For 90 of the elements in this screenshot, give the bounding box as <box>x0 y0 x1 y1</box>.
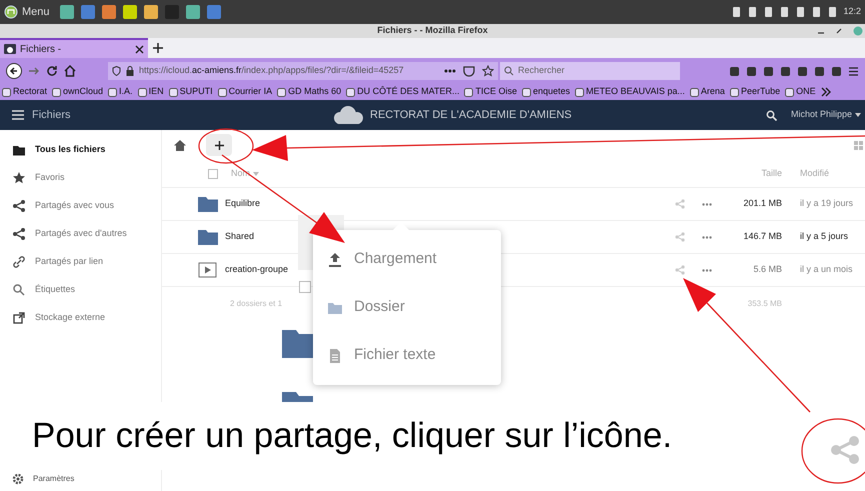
pocket-icon[interactable] <box>463 65 475 77</box>
bookmark-icon <box>464 88 474 96</box>
reload-icon[interactable] <box>46 65 58 77</box>
bookmark-icon <box>218 88 227 96</box>
bookmark-icon <box>522 88 531 96</box>
more-icon[interactable] <box>444 69 456 73</box>
bookmark[interactable]: ownCloud <box>52 85 104 99</box>
menu-item[interactable]: Fichier texte <box>313 332 501 380</box>
bookmark-icon <box>730 88 739 96</box>
search-icon[interactable] <box>766 110 777 120</box>
bookmark-icon <box>108 88 118 96</box>
file-size: 201.1 MB <box>742 197 782 210</box>
bookmark[interactable]: Courrier IA <box>218 85 272 99</box>
back-icon[interactable] <box>6 63 22 79</box>
plus-icon <box>214 140 224 150</box>
app-name[interactable]: Fichiers <box>32 106 71 124</box>
search-field[interactable]: Rechercher <box>500 62 680 80</box>
file-modified: il y a 5 jours <box>799 230 850 244</box>
home-icon[interactable] <box>64 65 76 77</box>
file-name[interactable]: Equilibre <box>225 197 675 211</box>
close-icon[interactable] <box>135 44 144 54</box>
caret-icon <box>855 113 861 117</box>
text-file-icon <box>327 348 343 364</box>
summary-text: 2 dossiers et 1 <box>230 298 282 310</box>
bookmark[interactable]: TICE Oise <box>464 85 517 99</box>
share-icon <box>12 199 26 213</box>
sidebar-item[interactable]: Partagés avec d'autres <box>0 220 161 248</box>
home-icon[interactable] <box>174 140 186 150</box>
summary-size: 353.5 MB <box>746 298 782 310</box>
star-icon[interactable] <box>482 65 494 77</box>
sidebar-item[interactable]: Stockage externe <box>0 304 161 332</box>
bookmark-icon <box>575 88 584 96</box>
bookmark-icon <box>2 88 11 96</box>
bookmark-icon <box>138 88 147 96</box>
bookmark-icon <box>785 88 794 96</box>
settings-link[interactable]: Paramètres <box>0 468 161 490</box>
share-icon <box>830 436 860 464</box>
bookmark[interactable]: enquetes <box>522 85 570 99</box>
share-icon <box>12 227 26 241</box>
video-file-icon <box>198 262 218 278</box>
clock: 12:2 <box>843 5 861 18</box>
bookmark[interactable]: Arena <box>690 85 725 99</box>
user-menu[interactable]: Michot Philippe <box>790 108 861 122</box>
bookmark-icon <box>168 88 178 96</box>
bookmark[interactable]: Rectorat <box>2 85 48 99</box>
sidebar-item[interactable]: Tous les fichiers <box>0 136 161 164</box>
file-size: 5.6 MB <box>752 263 782 276</box>
bookmark-icon <box>277 88 286 96</box>
cloud-icon <box>4 44 16 54</box>
menu-icon[interactable] <box>848 66 859 76</box>
sort-icon <box>253 172 260 176</box>
browser-tab[interactable]: Fichiers - <box>0 38 148 58</box>
add-button[interactable] <box>206 134 232 156</box>
menu-button[interactable]: Menu <box>4 4 54 20</box>
url-field[interactable]: https://icloud.ac-amiens.fr/index.php/apps/files/?dir=/&fileid=45257 <box>108 62 498 80</box>
bookmark-icon <box>346 88 356 96</box>
tab-title: Fichiers - <box>20 42 62 56</box>
bookmark[interactable]: PeerTube <box>730 85 780 99</box>
file-modified: il y a un mois <box>799 263 854 276</box>
link-icon <box>12 255 26 269</box>
sidebar-item[interactable]: Favoris <box>0 164 161 192</box>
bookmark[interactable]: IEN <box>138 85 164 99</box>
chevron-icon[interactable] <box>820 87 831 97</box>
window-title: Fichiers - - Mozilla Firefox <box>377 24 488 38</box>
gear-icon <box>12 473 24 485</box>
upload-icon <box>327 252 343 268</box>
bookmark[interactable]: METEO BEAUVAIS pa... <box>575 85 685 99</box>
annotation-circle <box>198 128 254 164</box>
menu-item[interactable]: Dossier <box>313 284 501 332</box>
caption-text: Pour créer un partage, cliquer sur l’icône. <box>32 414 672 457</box>
file-size: 146.7 MB <box>742 230 782 244</box>
star-icon <box>12 171 26 185</box>
search-icon <box>504 66 514 76</box>
bookmark[interactable]: I.A. <box>108 85 133 99</box>
external-link-icon <box>12 311 26 325</box>
lock-icon <box>126 66 134 76</box>
mint-logo-icon <box>4 5 18 19</box>
bookmark-icon <box>690 88 699 96</box>
file-modified: il y a 19 jours <box>799 197 854 210</box>
search-icon <box>12 283 26 297</box>
sidebar-item[interactable]: Étiquettes <box>0 276 161 304</box>
bookmark[interactable]: SUPUTI <box>168 85 213 99</box>
checkbox[interactable] <box>208 168 218 178</box>
bookmark-icon <box>52 88 62 96</box>
brand-name: RECTORAT DE L'ACADEMIE D'AMIENS <box>370 108 572 123</box>
bookmark[interactable]: DU CÔTÉ DES MATER... <box>346 85 460 99</box>
sidebar-item[interactable]: Partagés avec vous <box>0 192 161 220</box>
bookmark[interactable]: ONE <box>785 85 816 99</box>
sidebar-item[interactable]: Partagés par lien <box>0 248 161 276</box>
bookmark[interactable]: GD Maths 60 <box>277 85 342 99</box>
